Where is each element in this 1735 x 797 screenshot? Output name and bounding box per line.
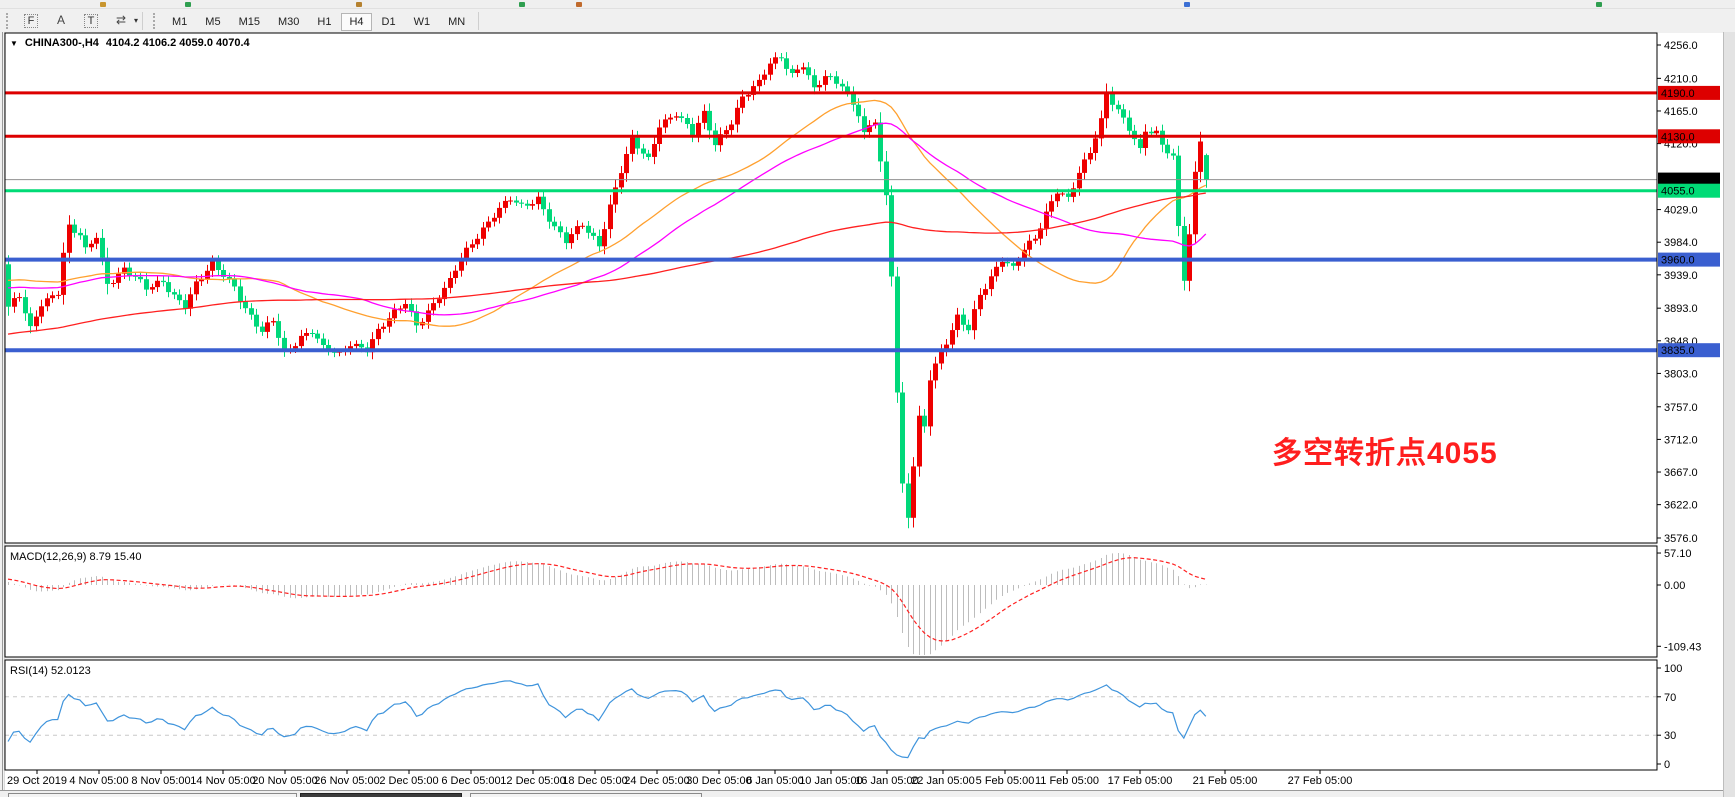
svg-text:3803.0: 3803.0 xyxy=(1664,368,1698,380)
timeframe-button-m30[interactable]: M30 xyxy=(270,13,307,31)
chart-canvas[interactable]: 4256.04210.04165.04120.04029.03984.03939… xyxy=(0,32,1735,797)
timeframe-button-w1[interactable]: W1 xyxy=(406,13,439,31)
svg-text:8 Nov 05:00: 8 Nov 05:00 xyxy=(131,775,190,787)
dotted-box-f-icon[interactable]: F xyxy=(19,12,43,31)
symbol-label: CHINA300-,H4 xyxy=(25,37,99,49)
svg-text:2 Dec 05:00: 2 Dec 05:00 xyxy=(379,775,438,787)
clipped-icon xyxy=(576,2,582,7)
svg-text:3667.0: 3667.0 xyxy=(1664,467,1698,479)
svg-text:27 Feb 05:00: 27 Feb 05:00 xyxy=(1288,775,1353,787)
svg-text:0.00: 0.00 xyxy=(1664,580,1685,592)
svg-text:3893.0: 3893.0 xyxy=(1664,303,1698,315)
svg-text:4190.0: 4190.0 xyxy=(1661,88,1695,100)
svg-text:4165.0: 4165.0 xyxy=(1664,106,1698,118)
svg-text:3835.0: 3835.0 xyxy=(1661,345,1695,357)
chevron-down-icon[interactable]: ▾ xyxy=(134,16,138,25)
chart-tab-bar xyxy=(0,790,1723,797)
symbol-dropdown-icon[interactable]: ▼ xyxy=(10,39,18,48)
mt4-terminal-window: FAT ⇄ ▾ M1M5M15M30H1H4D1W1MN 4256.0 4210.0… xyxy=(0,0,1735,797)
timeframe-button-m1[interactable]: M1 xyxy=(164,13,195,31)
drawing-and-timeframe-toolbar: FAT ⇄ ▾ M1M5M15M30H1H4D1W1MN xyxy=(0,9,1735,32)
rsi-indicator-label: RSI(14) 52.0123 xyxy=(10,665,91,677)
chart-text-annotation: 多空转折点4055 xyxy=(1272,428,1498,472)
vertical-scrollbar[interactable] xyxy=(1723,32,1735,797)
svg-text:57.10: 57.10 xyxy=(1664,548,1692,560)
svg-text:70: 70 xyxy=(1664,692,1676,704)
clipped-icon xyxy=(100,2,106,7)
svg-text:100: 100 xyxy=(1664,663,1682,675)
svg-text:11 Feb 05:00: 11 Feb 05:00 xyxy=(1035,775,1099,787)
chart-tab-active[interactable] xyxy=(300,793,462,797)
svg-text:18 Dec 05:00: 18 Dec 05:00 xyxy=(562,775,627,787)
svg-text:21 Feb 05:00: 21 Feb 05:00 xyxy=(1193,775,1258,787)
macd-indicator-label: MACD(12,26,9) 8.79 15.40 xyxy=(10,551,141,563)
ohlc-readout: 4104.2 4106.2 4059.0 4070.4 xyxy=(106,37,250,49)
timeframe-button-d1[interactable]: D1 xyxy=(374,13,404,31)
timeframe-button-h1[interactable]: H1 xyxy=(309,13,339,31)
svg-text:4029.0: 4029.0 xyxy=(1664,205,1698,217)
svg-text:4210.0: 4210.0 xyxy=(1664,73,1698,85)
svg-text:3576.0: 3576.0 xyxy=(1664,533,1698,545)
svg-text:26 Nov 05:00: 26 Nov 05:00 xyxy=(314,775,379,787)
toolbar-separator xyxy=(142,12,143,30)
timeframe-button-h4[interactable]: H4 xyxy=(341,13,371,31)
text-label-icon[interactable]: A xyxy=(49,11,73,30)
svg-text:-109.43: -109.43 xyxy=(1664,641,1701,653)
svg-text:29 Oct 2019: 29 Oct 2019 xyxy=(7,775,67,787)
timeframe-button-m15[interactable]: M15 xyxy=(231,13,268,31)
svg-text:30 Dec 05:00: 30 Dec 05:00 xyxy=(686,775,751,787)
timeframe-drag-handle[interactable] xyxy=(153,13,160,29)
timeframe-button-m5[interactable]: M5 xyxy=(197,13,228,31)
toolbar-drag-handle[interactable] xyxy=(6,13,13,29)
svg-text:12 Dec 05:00: 12 Dec 05:00 xyxy=(500,775,565,787)
svg-text:0: 0 xyxy=(1664,759,1670,771)
timeframe-button-group: M1M5M15M30H1H4D1W1MN xyxy=(163,12,474,30)
svg-text:3757.0: 3757.0 xyxy=(1664,402,1698,414)
clipped-upper-toolbar xyxy=(0,0,1735,9)
chart-tab[interactable] xyxy=(8,793,297,797)
svg-text:3712.0: 3712.0 xyxy=(1664,434,1698,446)
clipped-icon xyxy=(519,2,525,7)
clipped-icon xyxy=(356,2,362,7)
chart-title-row: ▼ CHINA300-,H4 4104.2 4106.2 4059.0 4070… xyxy=(10,37,250,49)
svg-text:4256.0: 4256.0 xyxy=(1664,40,1698,52)
svg-text:14 Nov 05:00: 14 Nov 05:00 xyxy=(190,775,255,787)
svg-text:10 Jan 05:00: 10 Jan 05:00 xyxy=(799,775,863,787)
timeframe-button-mn[interactable]: MN xyxy=(440,13,473,31)
clipped-icon xyxy=(185,2,191,7)
chart-tab[interactable] xyxy=(470,793,702,797)
svg-text:5 Feb 05:00: 5 Feb 05:00 xyxy=(976,775,1035,787)
svg-text:3984.0: 3984.0 xyxy=(1664,237,1698,249)
clipped-icon xyxy=(1596,2,1602,7)
text-tool-icon[interactable]: T xyxy=(79,12,103,31)
arrows-tool-icon[interactable]: ⇄ xyxy=(109,11,133,30)
svg-text:20 Nov 05:00: 20 Nov 05:00 xyxy=(252,775,317,787)
svg-text:4 Nov 05:00: 4 Nov 05:00 xyxy=(69,775,128,787)
svg-text:17 Feb 05:00: 17 Feb 05:00 xyxy=(1108,775,1173,787)
svg-text:3960.0: 3960.0 xyxy=(1661,255,1695,267)
toolbar-separator xyxy=(478,12,479,30)
svg-text:4055.0: 4055.0 xyxy=(1661,186,1695,198)
chart-area: 4256.04210.04165.04120.04029.03984.03939… xyxy=(0,32,1735,797)
svg-text:4130.0: 4130.0 xyxy=(1661,131,1695,143)
svg-text:6 Jan 05:00: 6 Jan 05:00 xyxy=(746,775,804,787)
svg-text:3622.0: 3622.0 xyxy=(1664,500,1698,512)
svg-text:22 Jan 05:00: 22 Jan 05:00 xyxy=(911,775,975,787)
clipped-icon xyxy=(1184,2,1190,7)
svg-text:3939.0: 3939.0 xyxy=(1664,270,1698,282)
svg-text:6 Dec 05:00: 6 Dec 05:00 xyxy=(441,775,500,787)
svg-text:30: 30 xyxy=(1664,730,1676,742)
svg-text:16 Jan 05:00: 16 Jan 05:00 xyxy=(855,775,919,787)
svg-text:24 Dec 05:00: 24 Dec 05:00 xyxy=(624,775,689,787)
drawing-tools-group: FAT ⇄ xyxy=(16,11,136,31)
